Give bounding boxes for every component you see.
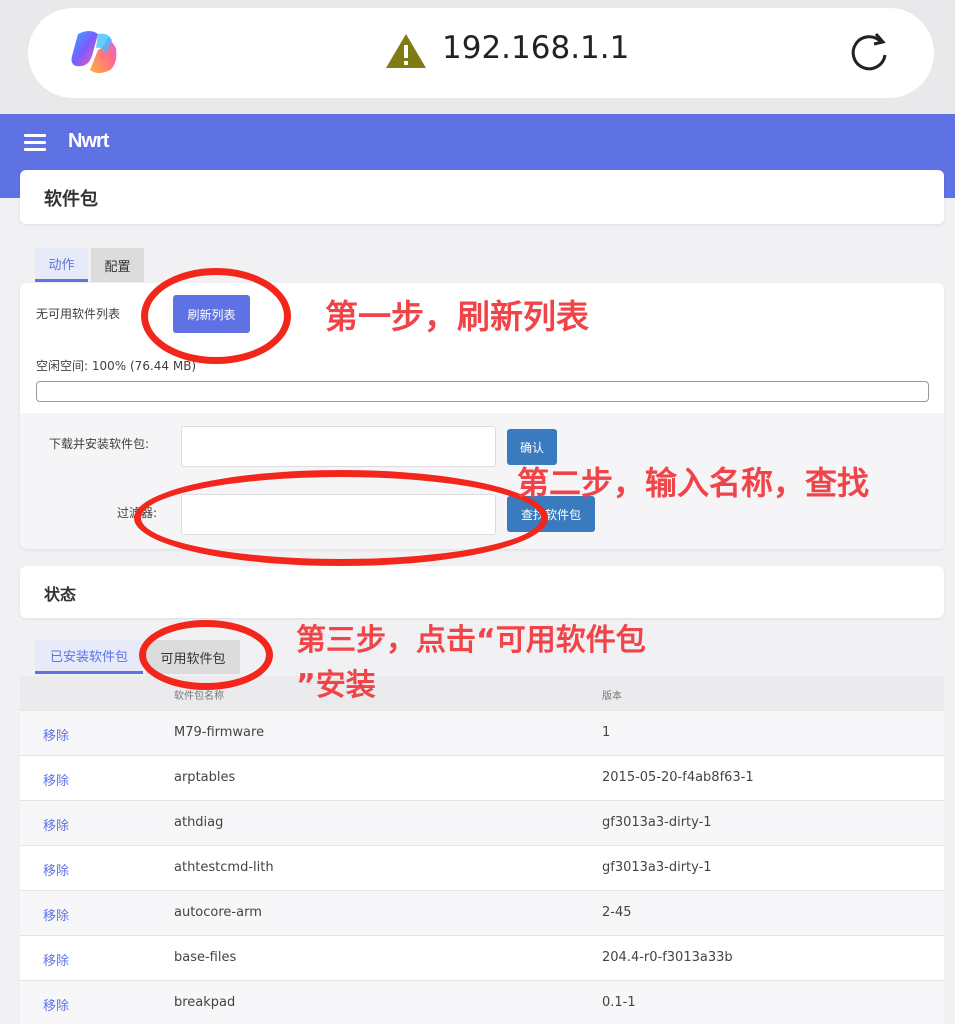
menu-icon[interactable] <box>24 134 46 152</box>
annotation-circle-refresh <box>141 268 291 364</box>
annotation-step3-line1: 第三步，点击“可用软件包 <box>296 623 646 658</box>
package-name: breakpad <box>174 995 236 1010</box>
package-name: M79-firmware <box>174 725 265 740</box>
package-name: autocore-arm <box>174 905 262 920</box>
copilot-logo-icon[interactable] <box>68 26 120 78</box>
package-version: 2-45 <box>602 905 632 920</box>
table-header: 软件包名称 版本 <box>20 676 944 710</box>
free-space-label: 空闲空间: 100% (76.44 MB) <box>36 359 197 373</box>
page-title: 软件包 <box>44 189 98 210</box>
remove-link[interactable]: 移除 <box>43 770 69 789</box>
table-row: 移除 base-files 204.4-r0-f3013a33b <box>20 935 944 980</box>
package-table: 软件包名称 版本 移除 M79-firmware 1 移除 arptables … <box>20 676 944 1024</box>
package-name: arptables <box>174 770 236 785</box>
page-title-card: 软件包 <box>20 170 944 224</box>
remove-link[interactable]: 移除 <box>43 995 69 1014</box>
warning-icon <box>386 34 426 68</box>
status-title: 状态 <box>44 585 77 604</box>
table-row: 移除 autocore-arm 2-45 <box>20 890 944 935</box>
annotation-circle-available <box>139 620 273 690</box>
package-version: 204.4-r0-f3013a33b <box>602 950 733 965</box>
no-package-list-text: 无可用软件列表 <box>36 307 121 321</box>
annotation-step1: 第一步，刷新列表 <box>325 297 589 336</box>
free-space-value: 100% (76.44 MB) <box>91 359 197 373</box>
download-package-input[interactable] <box>181 426 496 467</box>
package-name: athtestcmd-lith <box>174 860 274 875</box>
package-name: base-files <box>174 950 237 965</box>
table-row: 移除 breakpad 0.1-1 <box>20 980 944 1024</box>
table-row: 移除 M79-firmware 1 <box>20 710 944 755</box>
tab-config[interactable]: 配置 <box>91 248 144 282</box>
remove-link[interactable]: 移除 <box>43 860 69 879</box>
remove-link[interactable]: 移除 <box>43 950 69 969</box>
status-title-card: 状态 <box>20 566 944 618</box>
download-install-label: 下载并安装软件包: <box>49 437 150 451</box>
package-name: athdiag <box>174 815 224 830</box>
package-version: 0.1-1 <box>602 995 636 1010</box>
tab-actions[interactable]: 动作 <box>35 248 88 282</box>
browser-toolbar: 192.168.1.1 <box>0 0 955 114</box>
free-space-bar <box>36 381 929 402</box>
reload-icon[interactable] <box>846 30 892 76</box>
remove-link[interactable]: 移除 <box>43 725 69 744</box>
package-version: gf3013a3-dirty-1 <box>602 815 712 830</box>
package-version: 2015-05-20-f4ab8f63-1 <box>602 770 754 785</box>
remove-link[interactable]: 移除 <box>43 905 69 924</box>
package-version: gf3013a3-dirty-1 <box>602 860 712 875</box>
url-text[interactable]: 192.168.1.1 <box>442 30 629 66</box>
brand-logo[interactable]: Nwrt <box>68 130 109 153</box>
table-row: 移除 athdiag gf3013a3-dirty-1 <box>20 800 944 845</box>
package-version: 1 <box>602 725 611 740</box>
column-header-version: 版本 <box>602 691 622 702</box>
table-row: 移除 athtestcmd-lith gf3013a3-dirty-1 <box>20 845 944 890</box>
tab-installed-packages[interactable]: 已安装软件包 <box>35 640 143 674</box>
annotation-step2: 第二步，输入名称，查找 <box>517 464 870 502</box>
annotation-step3-line2: ”安装 <box>296 668 376 703</box>
annotation-circle-filter <box>134 470 548 566</box>
remove-link[interactable]: 移除 <box>43 815 69 834</box>
table-row: 移除 arptables 2015-05-20-f4ab8f63-1 <box>20 755 944 800</box>
